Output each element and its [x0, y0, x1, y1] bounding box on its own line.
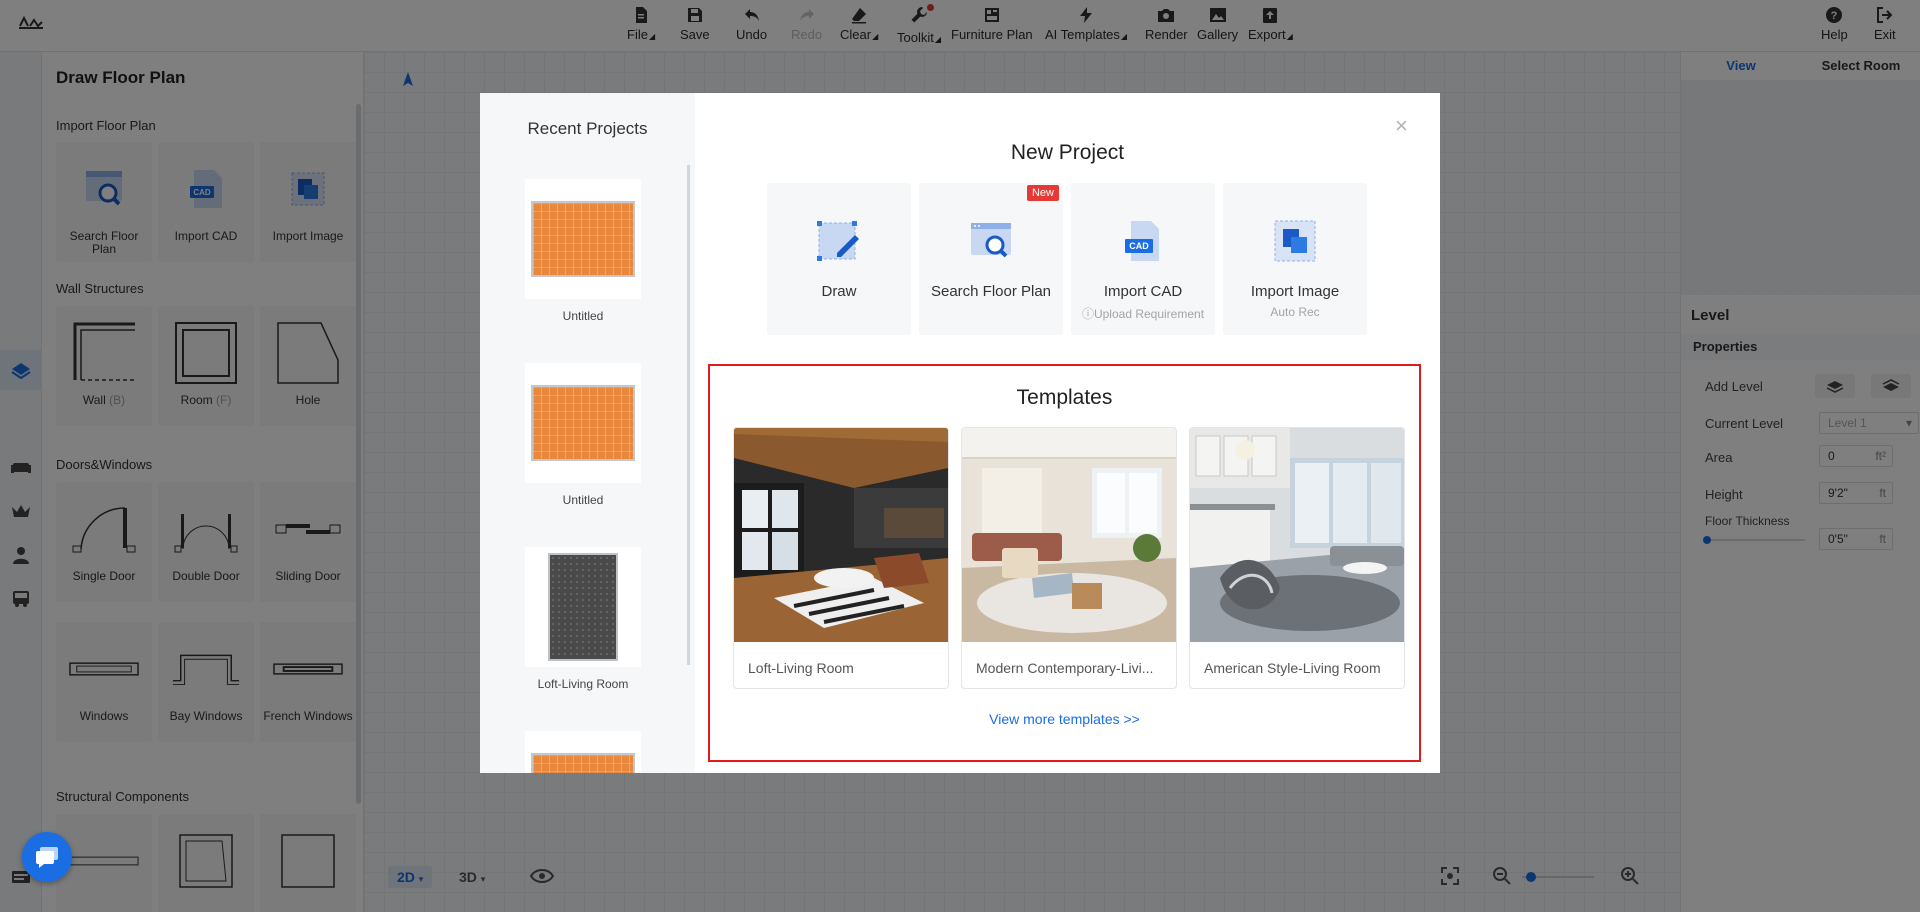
template-card-loft-living-room[interactable]: Loft-Living Room: [733, 427, 949, 689]
search-floor-plan-option[interactable]: New Search Floor Plan: [919, 183, 1063, 335]
new-project-title: New Project: [1010, 141, 1125, 164]
new-badge: New: [1026, 185, 1059, 201]
draw-option-label: Draw: [821, 283, 857, 300]
new-project-modal: Recent Projects Untitled Untitled Loft-L…: [480, 93, 1440, 773]
info-icon[interactable]: ⓘ: [1082, 307, 1094, 321]
template-name: Modern Contemporary-Livi...: [976, 660, 1154, 676]
american-style-living-room-image: [1190, 428, 1404, 642]
recent-projects-title: Recent Projects: [527, 119, 648, 138]
auto-rec-label: Auto Rec: [1270, 305, 1320, 319]
cad-file-icon: CAD: [1125, 221, 1159, 261]
floor-plan-thumbnail: [548, 553, 618, 661]
import-cad-option-label: Import CAD: [1103, 283, 1183, 300]
import-image-option[interactable]: Import Image Auto Rec: [1223, 183, 1367, 335]
modern-contemporary-living-room-image: [962, 428, 1176, 642]
recent-project-card[interactable]: Untitled: [525, 179, 641, 323]
import-image-option-label: Import Image: [1250, 283, 1340, 300]
templates-section: Templates Loft-Living Room Modern Contem…: [708, 364, 1421, 762]
search-floor-plan-icon: [971, 223, 1011, 258]
recent-project-name: Untitled: [562, 493, 604, 507]
recent-project-name: Loft-Living Room: [537, 677, 629, 691]
draw-icon: [817, 221, 859, 261]
template-name: American Style-Living Room: [1204, 660, 1381, 676]
recent-project-name: Untitled: [562, 309, 604, 323]
template-card-modern-contemporary[interactable]: Modern Contemporary-Livi...: [961, 427, 1177, 689]
recent-scrollbar[interactable]: [687, 165, 690, 665]
chat-icon: [36, 847, 58, 868]
recent-project-card[interactable]: Loft-Living Room: [525, 547, 641, 691]
recent-project-card[interactable]: [525, 731, 641, 773]
templates-title: Templates: [1016, 386, 1113, 409]
template-name: Loft-Living Room: [748, 660, 854, 676]
svg-text:CAD: CAD: [1129, 241, 1149, 251]
template-card-american-style[interactable]: American Style-Living Room: [1189, 427, 1405, 689]
floor-plan-thumbnail: [531, 385, 635, 461]
search-floor-plan-option-label: Search Floor Plan: [930, 283, 1052, 300]
upload-requirement-link[interactable]: Upload Requirement: [1094, 307, 1204, 321]
recent-projects-pane: Recent Projects Untitled Untitled Loft-L…: [480, 93, 695, 773]
close-icon[interactable]: ×: [1395, 113, 1408, 139]
recent-project-card[interactable]: Untitled: [525, 363, 641, 507]
loft-living-room-image: [734, 428, 948, 642]
floor-plan-thumbnail: [531, 201, 635, 277]
import-cad-option[interactable]: CAD Import CAD ⓘUpload Requirement: [1071, 183, 1215, 335]
import-image-icon: [1274, 220, 1316, 262]
draw-option[interactable]: Draw: [767, 183, 911, 335]
floor-plan-thumbnail: [531, 753, 635, 773]
view-more-templates-link[interactable]: View more templates >>: [710, 711, 1419, 727]
chat-support-button[interactable]: [22, 832, 72, 882]
